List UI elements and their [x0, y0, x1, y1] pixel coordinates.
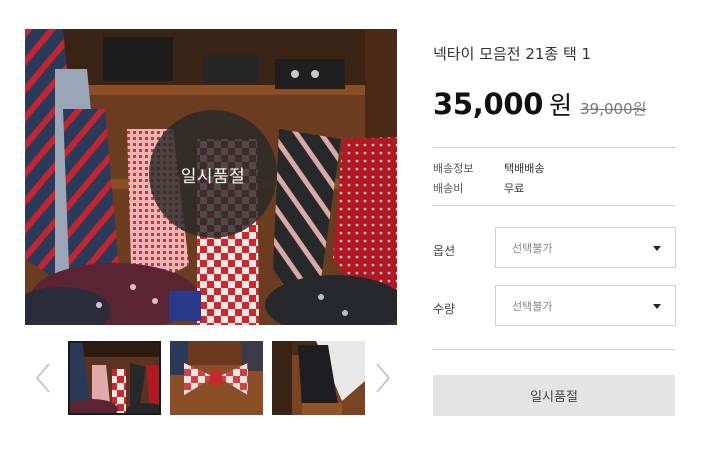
caret-down-icon	[653, 246, 661, 251]
price-unit: 원	[549, 91, 573, 120]
thumbnail-1[interactable]	[68, 341, 161, 415]
shipping-info-label: 배송정보	[433, 162, 474, 175]
thumbnail-neckties-image	[68, 341, 161, 415]
divider	[433, 349, 676, 350]
quantity-select-value: 선택불가	[512, 300, 553, 313]
soldout-button[interactable]: 일시품절	[433, 375, 675, 416]
prev-thumbnail-button[interactable]	[31, 361, 55, 395]
sale-price: 35,000	[433, 87, 544, 121]
option-select[interactable]: 선택불가	[495, 227, 676, 268]
price-row: 35,000 원 39,000원	[433, 86, 646, 122]
divider	[433, 147, 676, 148]
caret-down-icon	[653, 304, 661, 309]
shipping-fee-label: 배송비	[433, 182, 464, 195]
thumbnail-strip	[25, 341, 397, 415]
main-product-image: 일시품절	[25, 29, 397, 325]
thumbnail-dark-tie-image	[272, 341, 365, 415]
quantity-label: 수량	[433, 302, 456, 316]
product-title: 넥타이 모음전 21종 택 1	[433, 45, 592, 63]
shipping-fee-value: 무료	[504, 182, 525, 195]
divider	[433, 205, 676, 206]
thumbnail-bowtie-image	[170, 341, 263, 415]
next-thumbnail-button[interactable]	[371, 361, 395, 395]
option-select-value: 선택불가	[512, 242, 553, 255]
original-price: 39,000원	[580, 100, 647, 118]
option-label: 옵션	[433, 244, 456, 258]
thumbnail-2[interactable]	[170, 341, 263, 415]
product-info-panel: 넥타이 모음전 21종 택 1 35,000 원 39,000원 배송정보 택배…	[433, 0, 676, 450]
chevron-right-icon	[376, 363, 390, 393]
soldout-badge: 일시품절	[149, 110, 277, 238]
thumbnail-3[interactable]	[272, 341, 365, 415]
shipping-info-value: 택배배송	[504, 162, 545, 175]
quantity-select[interactable]: 선택불가	[495, 285, 676, 326]
chevron-left-icon	[36, 363, 50, 393]
